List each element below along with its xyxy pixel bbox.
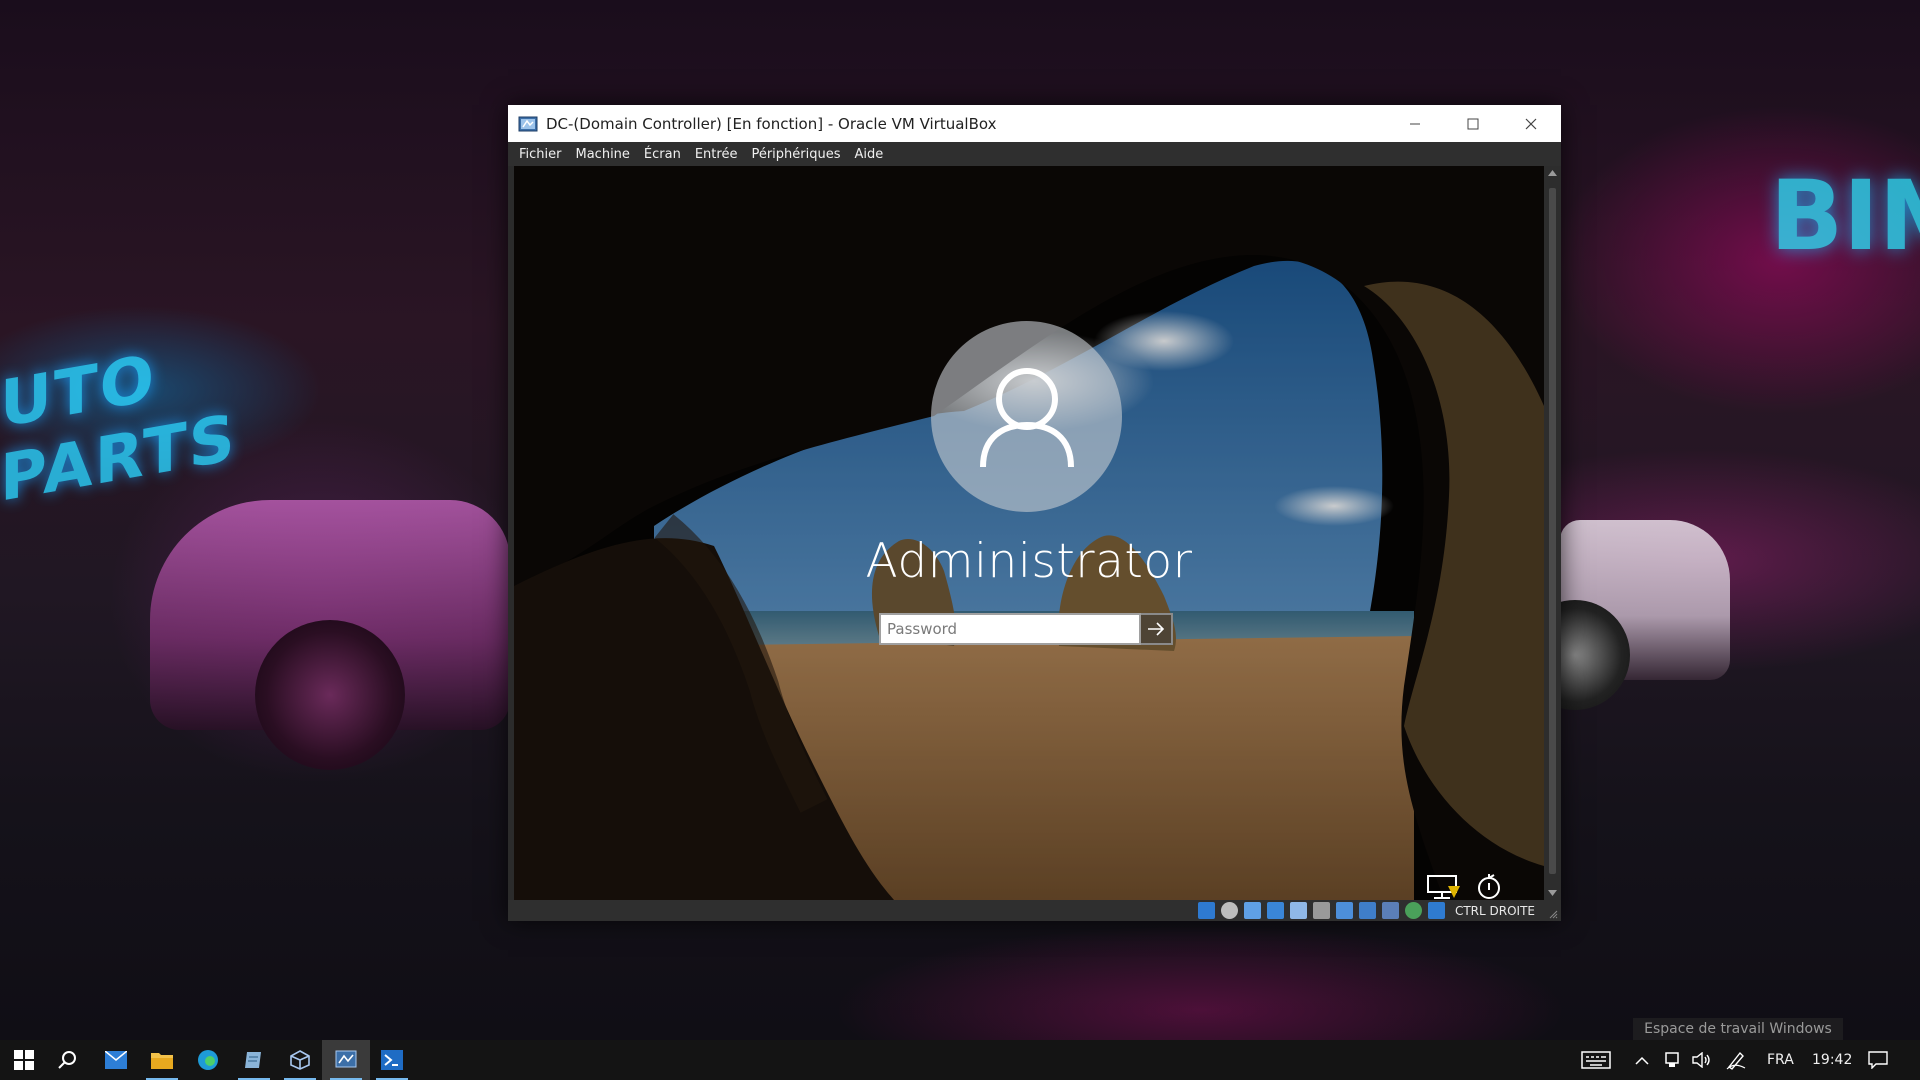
windows-ink-watermark: Espace de travail Windows Ink [1633,1018,1843,1059]
virtualbox-manager-icon [290,1050,310,1070]
taskbar-virtualbox-manager[interactable] [276,1040,324,1080]
virtualization-icon[interactable] [1404,902,1422,919]
host-key-label[interactable]: CTRL DROITE [1455,904,1535,918]
login-ease-of-access-button[interactable] [1474,874,1504,900]
menu-aide[interactable]: Aide [855,147,884,162]
menu-entree[interactable]: Entrée [695,147,738,162]
display-icon[interactable] [1335,902,1353,919]
optical-drive-icon[interactable] [1220,902,1238,919]
login-network-button[interactable] [1426,874,1460,900]
car-left-wheel-image [255,620,405,770]
resize-grip-icon[interactable] [1548,909,1558,919]
menu-ecran[interactable]: Écran [644,147,681,162]
taskbar-mail[interactable] [92,1040,140,1080]
user-avatar [931,321,1122,512]
virtualbox-vm-icon [335,1050,357,1068]
maximize-button[interactable] [1444,105,1502,142]
close-button[interactable] [1502,105,1560,142]
scrollbar-thumb[interactable] [1549,188,1556,874]
taskbar-virtualbox-vm[interactable] [322,1040,370,1080]
vm-status-bar: CTRL DROITE [508,900,1561,921]
window-title: DC-(Domain Controller) [En fonction] - O… [546,114,997,133]
tray-windows-ink[interactable] [1714,1040,1758,1080]
mouse-integration-icon[interactable] [1427,902,1445,919]
start-button[interactable] [0,1040,48,1080]
password-field-group [879,613,1176,649]
tray-clock[interactable]: 19:42 [1812,1040,1852,1080]
minimize-icon [1410,123,1420,124]
tray-keyboard-button[interactable] [1572,1040,1620,1080]
search-icon [58,1051,76,1069]
window-titlebar[interactable]: DC-(Domain Controller) [En fonction] - O… [508,105,1561,142]
close-icon [1525,118,1537,129]
taskbar-file-explorer[interactable] [138,1040,186,1080]
virtualbox-window: DC-(Domain Controller) [En fonction] - O… [508,105,1561,921]
login-username: Administrator [865,534,1193,589]
recording-icon[interactable] [1358,902,1376,919]
search-button[interactable] [44,1040,92,1080]
network-icon[interactable] [1266,902,1284,919]
video-capture-icon[interactable] [1381,902,1399,919]
vm-vertical-scrollbar[interactable] [1544,166,1561,900]
minimize-button[interactable] [1386,105,1444,142]
status-icons: CTRL DROITE [1197,902,1535,919]
taskbar: FRA 19:42 [0,1040,1920,1080]
network-icon [1427,875,1460,899]
file-explorer-icon [151,1053,173,1069]
tray-language[interactable]: FRA [1767,1040,1794,1080]
menu-fichier[interactable]: Fichier [519,147,562,162]
neon-sign-right: BIM [1770,160,1920,272]
notification-icon [1868,1051,1888,1069]
edge-icon [198,1050,218,1070]
volume-icon [1692,1052,1710,1068]
login-background-image [514,166,1544,900]
taskbar-edge[interactable] [184,1040,232,1080]
notepad-icon [245,1052,261,1068]
maximize-icon [1467,118,1479,129]
hard-disk-icon[interactable] [1197,902,1215,919]
menu-peripheriques[interactable]: Périphériques [751,147,840,162]
audio-icon[interactable] [1243,902,1261,919]
vm-display[interactable]: Administrator [514,166,1544,900]
taskbar-powershell[interactable] [368,1040,416,1080]
tray-action-center[interactable] [1854,1040,1902,1080]
scroll-down-icon[interactable] [1548,890,1557,896]
start-icon [14,1050,34,1070]
powershell-icon [381,1050,403,1070]
menu-machine[interactable]: Machine [576,147,630,162]
chevron-up-icon [1635,1056,1649,1065]
ethernet-icon [1665,1052,1679,1067]
mail-icon [105,1051,127,1069]
password-input[interactable] [879,613,1141,645]
password-submit-button[interactable] [1141,613,1173,645]
user-icon [979,367,1074,467]
ease-of-access-icon [1478,874,1500,899]
menu-bar: Fichier Machine Écran Entrée Périphériqu… [508,142,1561,166]
taskbar-notepad[interactable] [230,1040,278,1080]
usb-icon[interactable] [1289,902,1307,919]
pen-icon [1726,1051,1746,1070]
shared-folders-icon[interactable] [1312,902,1330,919]
touch-keyboard-icon [1581,1051,1611,1069]
arrow-right-icon [1148,622,1165,636]
scroll-up-icon[interactable] [1548,170,1557,176]
virtualbox-app-icon [518,116,538,131]
